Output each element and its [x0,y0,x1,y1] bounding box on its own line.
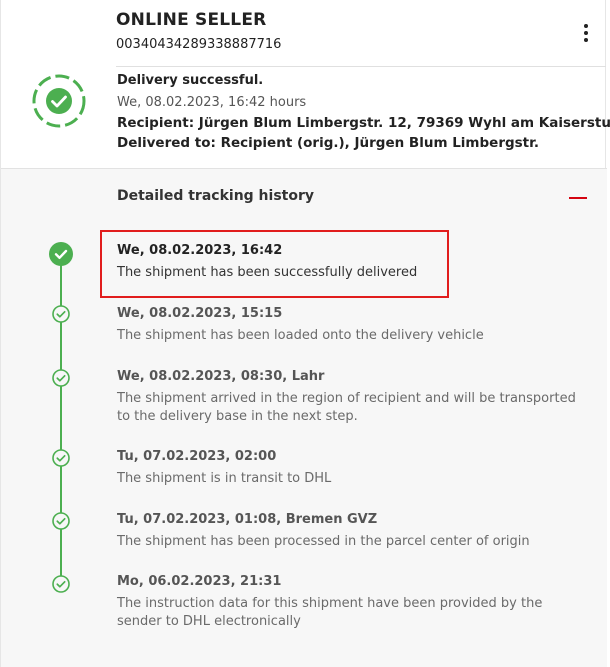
check-outline-icon [52,305,70,323]
tracking-card: ONLINE SELLER 00340434289338887716 Deliv… [0,0,610,667]
check-outline-icon [52,369,70,387]
kebab-menu-icon[interactable] [579,24,593,44]
tracking-number: 00340434289338887716 [116,37,282,52]
event-description: The shipment has been loaded onto the de… [117,328,484,343]
highlight-box [100,230,449,298]
check-circle-icon [31,73,87,129]
event-description: The shipment arrived in the region of re… [117,391,576,424]
delivery-datetime: We, 08.02.2023, 16:42 hours [117,95,307,110]
check-outline-icon [52,575,70,593]
divider [116,66,606,67]
delivered-to: Delivered to: Recipient (orig.), Jürgen … [117,135,539,151]
check-filled-icon [49,242,73,266]
event-description: The instruction data for this shipment h… [117,596,543,629]
event-date: We, 08.02.2023, 15:15 [117,306,283,321]
recipient-address: Recipient: Jürgen Blum Limbergstr. 12, 7… [117,115,610,131]
delivery-status-title: Delivery successful. [117,73,264,88]
event-date: Tu, 07.02.2023, 02:00 [117,449,277,464]
check-outline-icon [52,512,70,530]
event-date: We, 08.02.2023, 08:30, Lahr [117,369,325,384]
event-description: The shipment has been processed in the p… [117,534,530,549]
event-date: Mo, 06.02.2023, 21:31 [117,574,282,589]
event-description: The shipment is in transit to DHL [117,471,332,486]
check-outline-icon [52,449,70,467]
history-title: Detailed tracking history [117,188,314,204]
seller-name: ONLINE SELLER [116,10,267,30]
event-date: Tu, 07.02.2023, 01:08, Bremen GVZ [117,512,378,527]
minus-icon[interactable] [569,190,589,206]
